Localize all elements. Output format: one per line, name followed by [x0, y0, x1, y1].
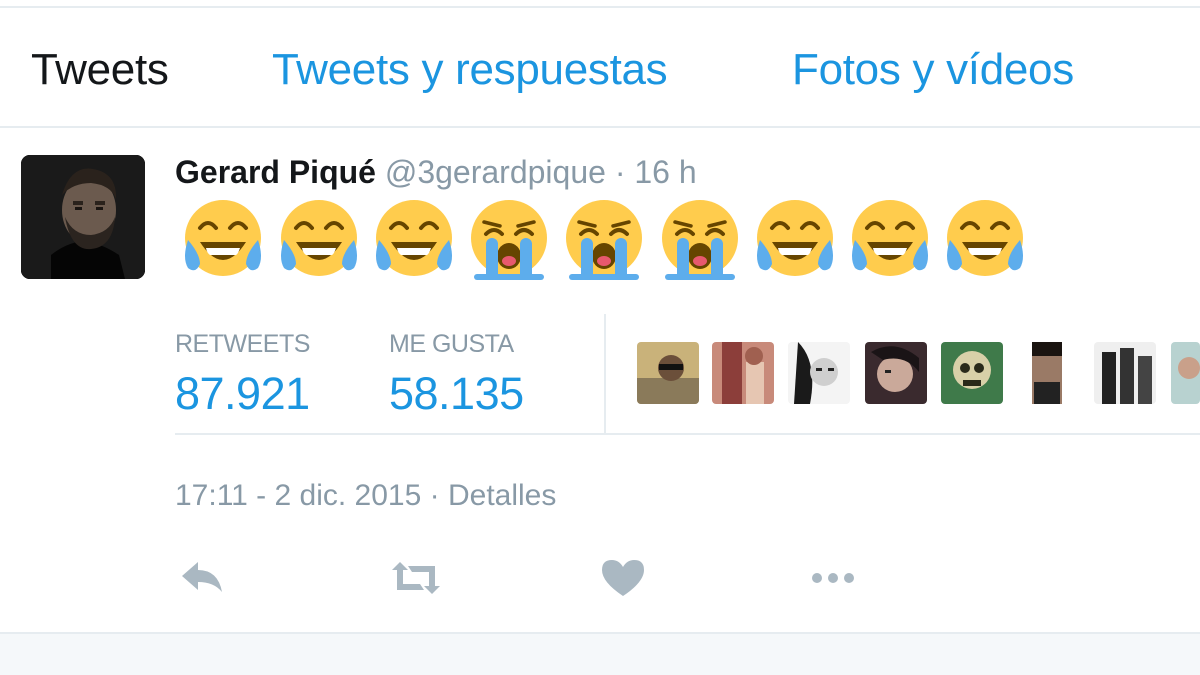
liker-avatar[interactable]	[1018, 342, 1080, 404]
tweet-meta: 17:11 - 2 dic. 2015 · Detalles	[175, 479, 556, 513]
likes-count[interactable]: 58.135	[389, 368, 524, 420]
face-with-tears-of-joy-icon	[947, 200, 1023, 276]
heart-icon[interactable]	[598, 556, 648, 600]
face-with-tears-of-joy-icon	[281, 200, 357, 276]
tab-tweets-and-replies[interactable]: Tweets y respuestas	[272, 45, 668, 95]
liker-avatar-image	[712, 342, 774, 404]
avatar[interactable]	[21, 155, 145, 279]
liker-avatar[interactable]	[941, 342, 1003, 404]
header-separator: ·	[614, 154, 626, 190]
liker-avatar-image	[637, 342, 699, 404]
liker-avatar-image	[865, 342, 927, 404]
liker-avatar[interactable]	[865, 342, 927, 404]
tweet: Gerard Piqué @3gerardpique · 16 h RETWEE…	[0, 128, 1200, 632]
liker-avatar-image	[1094, 342, 1156, 404]
stats-divider	[604, 314, 606, 434]
liker-avatar-image	[941, 342, 1003, 404]
tab-tweets[interactable]: Tweets	[31, 45, 169, 95]
tab-photos-and-videos[interactable]: Fotos y vídeos	[792, 45, 1074, 95]
liker-avatar[interactable]	[1171, 342, 1200, 404]
liker-avatar[interactable]	[1094, 342, 1156, 404]
liker-avatar[interactable]	[712, 342, 774, 404]
liker-avatar[interactable]	[788, 342, 850, 404]
face-with-tears-of-joy-icon	[376, 200, 452, 276]
tweet-header: Gerard Piqué @3gerardpique · 16 h	[175, 154, 697, 191]
avatar-photo	[21, 155, 145, 279]
reply-icon[interactable]	[178, 556, 228, 600]
profile-tabs: Tweets Tweets y respuestas Fotos y vídeo…	[0, 8, 1200, 128]
details-link[interactable]: Detalles	[448, 479, 556, 512]
liker-avatar-image	[788, 342, 850, 404]
stats-bottom-divider	[175, 433, 1200, 435]
loudly-crying-face-icon	[662, 200, 738, 280]
face-with-tears-of-joy-icon	[852, 200, 928, 276]
face-with-tears-of-joy-icon	[185, 200, 261, 276]
retweet-icon[interactable]	[388, 556, 444, 600]
tweet-stats: RETWEETS 87.921 ME GUSTA 58.135	[175, 314, 1200, 435]
tweet-text	[180, 198, 1040, 282]
liker-avatar-image	[1171, 342, 1200, 404]
liker-avatar[interactable]	[637, 342, 699, 404]
tweet-time[interactable]: 16 h	[634, 154, 696, 190]
loudly-crying-face-icon	[566, 200, 642, 280]
liker-avatar-image	[1018, 342, 1080, 404]
author-handle[interactable]: @3gerardpique	[385, 154, 606, 190]
likes-label[interactable]: ME GUSTA	[389, 330, 514, 359]
tweet-timestamp[interactable]: 17:11 - 2 dic. 2015	[175, 479, 421, 512]
meta-separator: ·	[429, 479, 440, 512]
loudly-crying-face-icon	[471, 200, 547, 280]
retweets-label[interactable]: RETWEETS	[175, 330, 310, 359]
page-footer-area	[0, 634, 1200, 675]
more-icon[interactable]	[808, 556, 858, 600]
face-with-tears-of-joy-icon	[757, 200, 833, 276]
author-name[interactable]: Gerard Piqué	[175, 154, 376, 190]
retweets-count[interactable]: 87.921	[175, 368, 310, 420]
